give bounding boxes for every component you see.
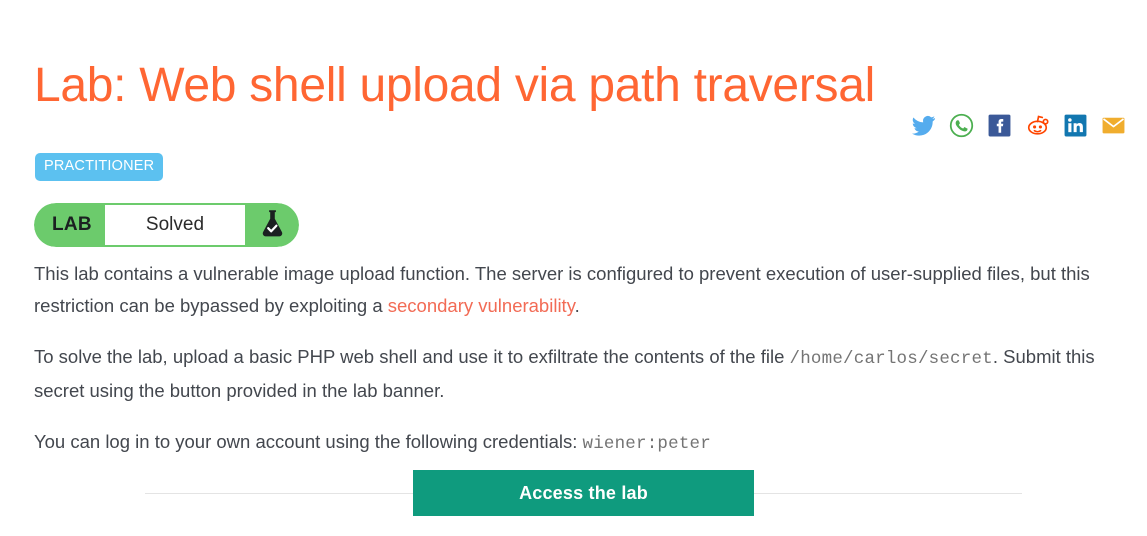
social-share-row [911, 113, 1126, 138]
lab-status-value: Solved [104, 203, 245, 247]
p2-text-before-code: To solve the lab, upload a basic PHP web… [34, 346, 790, 367]
flask-check-icon [259, 208, 286, 243]
description-paragraph-3: You can log in to your own account using… [34, 426, 1114, 460]
description-paragraph-2: To solve the lab, upload a basic PHP web… [34, 341, 1114, 407]
description-paragraph-1: This lab contains a vulnerable image upl… [34, 258, 1114, 322]
secret-file-path: /home/carlos/secret [789, 349, 993, 369]
lab-page: Lab: Web shell upload via path traversal [0, 0, 1147, 536]
twitter-icon[interactable] [911, 113, 936, 138]
lab-description: This lab contains a vulnerable image upl… [34, 258, 1114, 460]
access-the-lab-button[interactable]: Access the lab [413, 470, 754, 516]
access-lab-row: Access the lab [0, 470, 1147, 518]
facebook-icon[interactable] [987, 113, 1012, 138]
page-title: Lab: Web shell upload via path traversal [34, 59, 875, 113]
lab-status-label: LAB [34, 203, 105, 247]
secondary-vulnerability-link[interactable]: secondary vulnerability [388, 295, 575, 316]
lab-level-row: PRACTITIONER [35, 153, 164, 181]
email-icon[interactable] [1101, 113, 1126, 138]
credentials-code: wiener:peter [582, 434, 711, 454]
lab-status-icon-wrap [245, 203, 299, 247]
linkedin-icon[interactable] [1063, 113, 1088, 138]
p3-text-before-code: You can log in to your own account using… [34, 431, 583, 452]
whatsapp-icon[interactable] [949, 113, 974, 138]
lab-level-badge: PRACTITIONER [35, 153, 164, 181]
lab-status-widget: LAB Solved [34, 203, 299, 247]
p1-text-after-link: . [574, 295, 580, 316]
reddit-icon[interactable] [1025, 113, 1050, 138]
